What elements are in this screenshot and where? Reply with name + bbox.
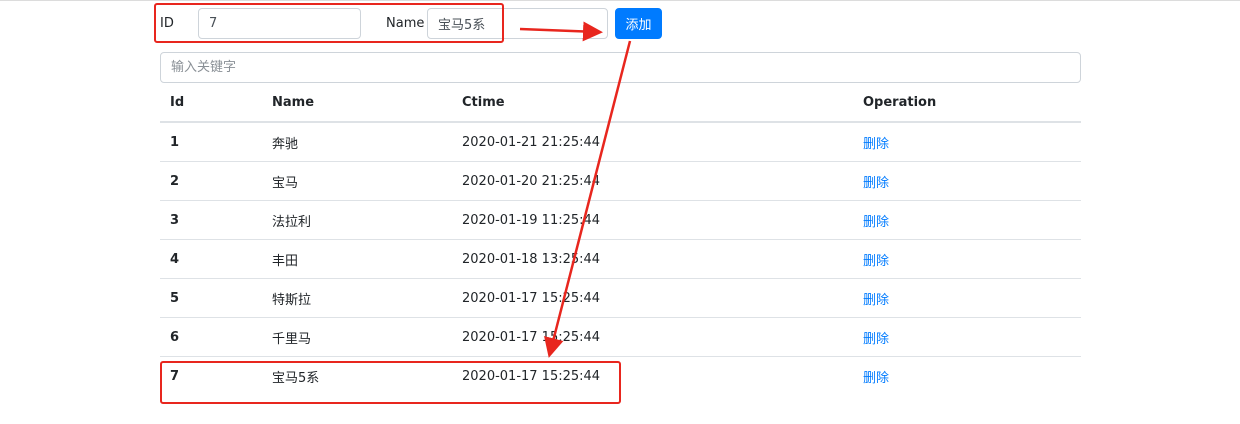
- cell-operation: 删除: [863, 278, 1081, 318]
- cell-operation: 删除: [863, 239, 1081, 279]
- cell-ctime: 2020-01-19 11:25:44: [462, 200, 863, 240]
- cell-ctime: 2020-01-20 21:25:44: [462, 161, 863, 201]
- cell-name: 法拉利: [272, 200, 462, 240]
- cell-name: 特斯拉: [272, 278, 462, 318]
- delete-link[interactable]: 删除: [863, 215, 889, 230]
- name-label: Name: [386, 16, 425, 31]
- table-body: 1 奔驰 2020-01-21 21:25:44 删除 2 宝马 2020-01…: [160, 122, 1081, 395]
- cell-ctime: 2020-01-17 15:25:44: [462, 317, 863, 357]
- cell-name: 丰田: [272, 239, 462, 279]
- id-input[interactable]: [198, 8, 361, 39]
- cell-ctime: 2020-01-17 15:25:44: [462, 278, 863, 318]
- delete-link[interactable]: 删除: [863, 176, 889, 191]
- delete-link[interactable]: 删除: [863, 137, 889, 152]
- table-header-row: Id Name Ctime Operation: [160, 84, 1081, 123]
- delete-link[interactable]: 删除: [863, 332, 889, 347]
- delete-link[interactable]: 删除: [863, 293, 889, 308]
- cell-operation: 删除: [863, 161, 1081, 201]
- search-input[interactable]: [160, 52, 1081, 83]
- cell-name: 宝马: [272, 161, 462, 201]
- delete-link[interactable]: 删除: [863, 254, 889, 269]
- table-row: 3 法拉利 2020-01-19 11:25:44 删除: [160, 200, 1081, 240]
- cell-id: 3: [160, 200, 272, 240]
- cell-ctime: 2020-01-21 21:25:44: [462, 134, 601, 150]
- cell-name: 宝马5系: [272, 356, 462, 395]
- add-button[interactable]: 添加: [615, 8, 662, 39]
- table-row: 2 宝马 2020-01-20 21:25:44 删除: [160, 161, 1081, 201]
- delete-link[interactable]: 删除: [863, 371, 889, 386]
- table-row: 1 奔驰 2020-01-21 21:25:44 删除: [160, 122, 1081, 162]
- table-row: 4 丰田 2020-01-18 13:25:44 删除: [160, 239, 1081, 279]
- name-input[interactable]: [427, 8, 608, 39]
- cell-ctime: 2020-01-18 13:25:44: [462, 239, 863, 279]
- cell-id: 5: [160, 278, 272, 318]
- column-header-operation: Operation: [863, 84, 1081, 123]
- cell-id: 1: [170, 134, 180, 150]
- id-label: ID: [160, 16, 174, 31]
- cell-id: 4: [160, 239, 272, 279]
- cell-id: 2: [160, 161, 272, 201]
- column-header-id: Id: [160, 84, 272, 123]
- table-row: 5 特斯拉 2020-01-17 15:25:44 删除: [160, 278, 1081, 318]
- data-table: Id Name Ctime Operation 1 奔驰 2020-01-21 …: [160, 84, 1081, 395]
- table-row: 7 宝马5系 2020-01-17 15:25:44 删除: [160, 356, 1081, 395]
- cell-name: 奔驰: [272, 136, 299, 152]
- table-header: Id Name Ctime Operation: [160, 84, 1081, 123]
- table-row: 6 千里马 2020-01-17 15:25:44 删除: [160, 317, 1081, 357]
- cell-ctime: 2020-01-17 15:25:44: [462, 356, 863, 395]
- column-header-ctime: Ctime: [462, 84, 863, 123]
- page: ID Name 添加 Id Name Ctime Operation 1 奔驰 …: [0, 0, 1240, 424]
- cell-operation: 删除: [863, 317, 1081, 357]
- cell-operation: 删除: [863, 356, 1081, 395]
- cell-operation: 删除: [863, 200, 1081, 240]
- column-header-name: Name: [272, 84, 462, 123]
- cell-id: 7: [160, 356, 272, 395]
- cell-name: 千里马: [272, 317, 462, 357]
- cell-id: 6: [160, 317, 272, 357]
- cell-operation: 删除: [863, 122, 1081, 162]
